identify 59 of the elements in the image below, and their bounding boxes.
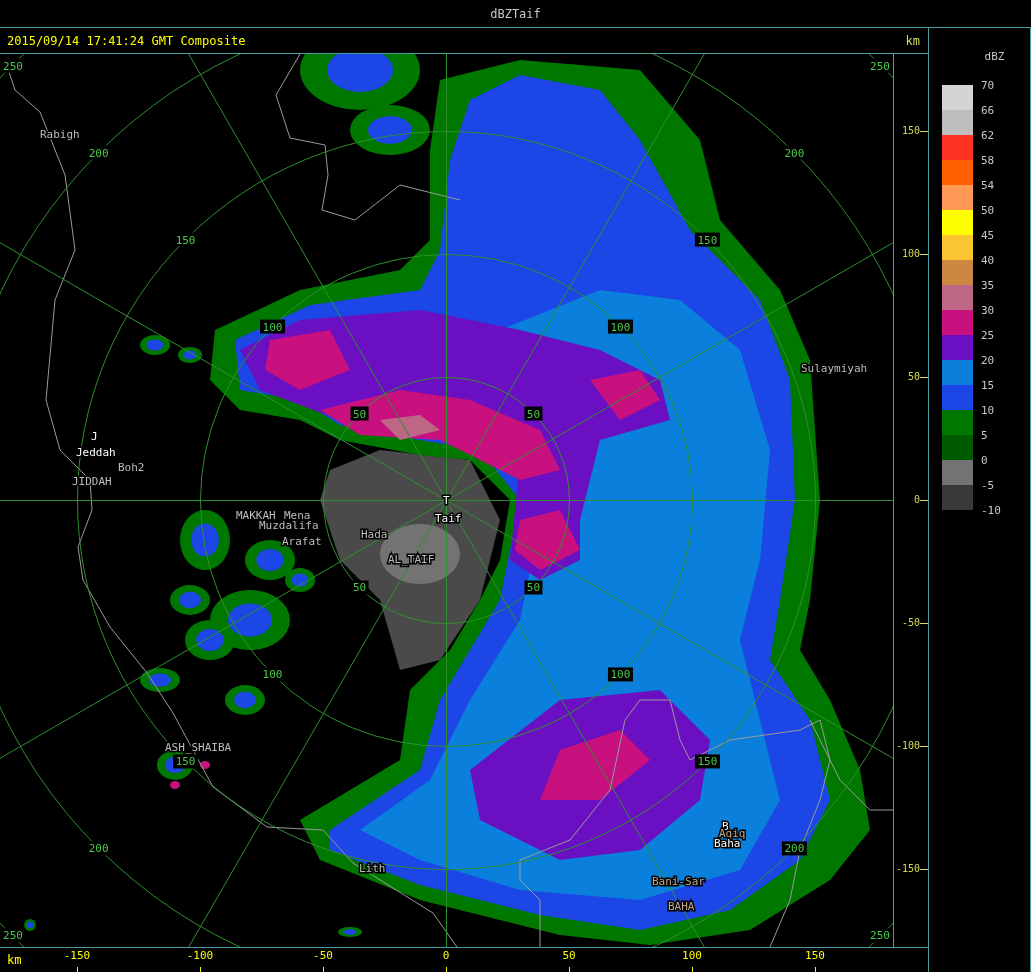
place-label: Taif xyxy=(435,512,462,525)
place-label: Hada xyxy=(361,528,388,541)
place-label: Bani-Sar xyxy=(652,875,705,888)
axis-tick-label: 100 xyxy=(681,949,703,962)
place-label: Muzdalifa xyxy=(259,519,319,532)
legend-label: 35 xyxy=(981,278,996,294)
legend-label: 10 xyxy=(981,403,996,419)
place-label: AL_TAIF xyxy=(388,553,435,566)
place-label: MAKKAH xyxy=(236,509,276,522)
legend-label: 20 xyxy=(981,353,996,369)
axis-tick-label: 50 xyxy=(561,949,577,962)
range-ring-label: 200 xyxy=(781,841,807,856)
legend-label: 54 xyxy=(981,178,996,194)
legend-label: 58 xyxy=(981,153,996,169)
range-ring-label: 50 xyxy=(524,580,543,595)
axis-tick-label: -100 xyxy=(185,949,215,962)
legend-label: 40 xyxy=(981,253,996,269)
place-label: Arafat xyxy=(282,535,322,548)
range-ring-label: 50 xyxy=(350,580,369,595)
place-label: Jeddah xyxy=(76,446,116,459)
legend-label: -10 xyxy=(981,503,1002,519)
legend-label: -5 xyxy=(981,478,996,494)
timestamp: 2015/09/14 17:41:24 GMT Composite xyxy=(7,33,246,48)
legend-label: 50 xyxy=(981,203,996,219)
range-ring-label: 150 xyxy=(694,754,720,769)
axis-unit: km xyxy=(7,953,22,967)
axis-tick-label: 0 xyxy=(913,493,920,507)
range-ring-label: 100 xyxy=(607,667,633,682)
axis-unit: km xyxy=(905,33,920,48)
range-ring-label: 250 xyxy=(0,928,26,943)
legend-label: 30 xyxy=(981,303,996,319)
legend-label: 0 xyxy=(981,453,989,469)
axis-tick-label: -100 xyxy=(895,739,920,753)
place-label: Rabigh xyxy=(40,128,80,141)
legend-label: 45 xyxy=(981,228,996,244)
legend-label: 70 xyxy=(981,78,996,94)
legend-label: 25 xyxy=(981,328,996,344)
range-ring-label: 150 xyxy=(173,754,199,769)
axis-tick-label: 150 xyxy=(901,124,920,138)
legend-label: 5 xyxy=(981,428,989,444)
axis-tick-label: 0 xyxy=(441,949,451,962)
place-label: Mena xyxy=(284,509,311,522)
place-label: T xyxy=(443,494,450,507)
axis-tick-label: 50 xyxy=(907,370,920,384)
place-label: JIDDAH xyxy=(72,475,112,488)
axis-tick-label: -150 xyxy=(895,862,920,876)
axis-tick-label: 150 xyxy=(804,949,826,962)
window-title: dBZTaif xyxy=(490,6,541,21)
legend-label: 62 xyxy=(981,128,996,144)
axis-tick-label: 100 xyxy=(901,247,920,261)
legend-label: 66 xyxy=(981,103,996,119)
place-label: Boh2 xyxy=(118,461,145,474)
legend-label: 15 xyxy=(981,378,996,394)
axis-tick-label: -50 xyxy=(901,616,920,630)
place-label: ASH_SHAIBA xyxy=(165,741,232,754)
axis-tick-label: -50 xyxy=(312,949,334,962)
axis-tick-label: -150 xyxy=(62,949,92,962)
legend-title: dBZ xyxy=(984,50,1005,63)
place-label: J xyxy=(91,430,98,443)
